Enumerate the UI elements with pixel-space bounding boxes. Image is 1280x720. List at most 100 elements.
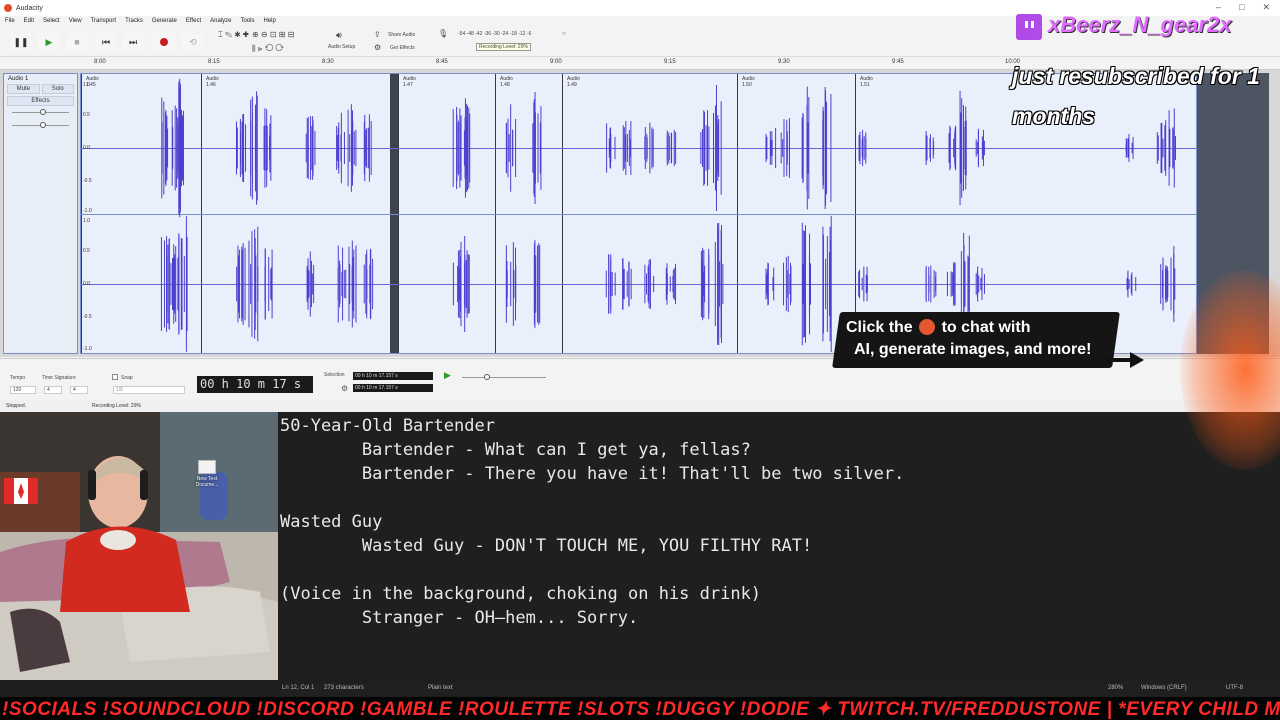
webcam-feed: New Text Docume... — [0, 412, 278, 680]
zoom-level[interactable]: 280% — [1108, 685, 1123, 691]
text-mode[interactable]: Plain text — [428, 685, 453, 691]
popup-line-1: Click the to chat with — [846, 319, 1030, 337]
tools-icons[interactable]: ⌶ ✎ ✱ ✚ — [218, 30, 249, 40]
time-display-text: 00 h 10 m 17 s — [200, 377, 302, 391]
audacity-logo-icon — [4, 4, 12, 12]
amp-label: 0.5 — [83, 112, 90, 118]
amp-label: 1.0 — [83, 82, 90, 88]
editor-line: 50-Year-Old Bartender — [280, 416, 495, 436]
editor-line: Wasted Guy - DON'T TOUCH ME, YOU FILTHY … — [280, 536, 813, 556]
amp-label: 0.0 — [83, 281, 90, 287]
desktop-file-label: New Text Docume... — [195, 476, 219, 488]
tempo-label: Tempo — [10, 375, 26, 381]
skip-start-button[interactable]: ⏮ — [95, 33, 117, 51]
play-button[interactable]: ▶ — [38, 33, 60, 51]
recording-meter-scale[interactable]: -54 -48 -42 -36 -30 -24 -18 -12 -6 — [458, 31, 531, 37]
time-sig-numerator[interactable]: 4 — [44, 386, 62, 394]
line-ending[interactable]: Windows (CRLF) — [1141, 685, 1187, 691]
get-effects-button[interactable]: Get Effects — [390, 45, 415, 51]
time-signature-label: Time Signature — [42, 375, 76, 381]
amp-label: -0.5 — [83, 314, 92, 320]
amp-label: 0.0 — [83, 145, 90, 151]
amp-label: 0.5 — [83, 248, 90, 254]
webcam-image — [0, 412, 278, 680]
edit-icons[interactable]: ⫼ ⫸ ⟲ ⟳ — [252, 44, 284, 54]
play-at-speed-icon[interactable]: ▶ — [444, 370, 451, 381]
editor-line: (Voice in the background, choking on his… — [280, 584, 762, 604]
solo-button[interactable]: Solo — [41, 84, 74, 94]
loop-icon: ⟲ — [189, 36, 197, 47]
ruler-tick: 9:30 — [778, 59, 790, 65]
basketball-icon — [919, 319, 936, 335]
meter-slider-icon[interactable]: ○ — [562, 31, 566, 37]
share-icon[interactable]: ⇪ — [374, 30, 381, 39]
menu-analyze[interactable]: Analyze — [210, 18, 231, 24]
amp-label: 1.0 — [83, 218, 90, 224]
cursor-position: Ln 12, Col 1 — [282, 685, 315, 691]
editor-status-bar: Ln 12, Col 1 273 characters Plain text 2… — [278, 682, 1280, 696]
selection-label: Selection — [324, 372, 345, 378]
zoom-icons[interactable]: ⊕ ⊖ ⊡ ⊞ ⊟ — [252, 30, 294, 39]
resub-line-1: just resubscribed for 1 — [1012, 63, 1260, 89]
mute-button[interactable]: Mute — [7, 84, 40, 94]
ruler-tick: 8:00 — [94, 59, 106, 65]
menu-edit[interactable]: Edit — [24, 18, 34, 24]
menu-transport[interactable]: Transport — [91, 18, 116, 24]
tempo-input[interactable]: 120 — [10, 386, 36, 394]
editor-line: Bartender - What can I get ya, fellas? — [280, 440, 751, 460]
ruler-tick: 8:45 — [436, 59, 448, 65]
snap-label: Snap — [121, 375, 133, 381]
recording-level-tooltip: Recording Level: 29% — [476, 43, 531, 51]
amp-label: -1.0 — [83, 208, 92, 214]
editor-line: Wasted Guy — [280, 512, 383, 532]
time-display[interactable]: 00 h 10 m 17 s — [197, 376, 313, 393]
menu-view[interactable]: View — [69, 18, 82, 24]
editor-line: Stranger - OH—hem... Sorry. — [280, 608, 639, 628]
encoding[interactable]: UTF-8 — [1226, 685, 1243, 691]
resub-alert: xBeerz_N_gear2x just resubscribed for 1 … — [1010, 8, 1280, 129]
skip-end-button[interactable]: ⏭ — [122, 33, 144, 51]
menu-help[interactable]: Help — [263, 18, 275, 24]
subscriber-name: xBeerz_N_gear2x — [1048, 12, 1232, 37]
menu-select[interactable]: Select — [43, 18, 60, 24]
effects-button[interactable]: Effects — [7, 96, 74, 106]
ticker-text: !SOCIALS !SOUNDCLOUD !DISCORD !GAMBLE !R… — [2, 699, 1280, 720]
play-speed-slider[interactable] — [462, 374, 546, 380]
ai-chat-popup[interactable]: Click the to chat with AI, generate imag… — [832, 312, 1144, 370]
menu-file[interactable]: File — [5, 18, 15, 24]
effects-icon[interactable]: ⚙ — [374, 43, 381, 52]
popup-line-1a: Click the — [846, 319, 913, 336]
menu-tools[interactable]: Tools — [240, 18, 254, 24]
time-sig-denominator[interactable]: 4 — [70, 386, 88, 394]
selection-start[interactable]: 00 h 10 m 17.157 s — [353, 372, 433, 380]
pause-button[interactable]: ❚❚ — [10, 33, 32, 51]
record-button[interactable] — [153, 33, 175, 51]
text-editor[interactable]: 50-Year-Old Bartender Bartender - What c… — [278, 412, 1280, 680]
pause-icon: ❚❚ — [13, 36, 29, 47]
loop-button[interactable]: ⟲ — [182, 33, 204, 51]
selection-end[interactable]: 00 h 10 m 17.157 s — [353, 384, 433, 392]
desktop-file-icon[interactable] — [198, 460, 216, 474]
record-icon — [160, 38, 168, 46]
menu-generate[interactable]: Generate — [152, 18, 177, 24]
stop-button[interactable]: ■ — [66, 33, 88, 51]
gain-slider[interactable] — [12, 109, 69, 115]
share-audio-button[interactable]: Share Audio — [388, 32, 415, 38]
arrow-icon — [1106, 352, 1144, 368]
ruler-tick: 8:30 — [322, 59, 334, 65]
audio-setup-label[interactable]: Audio Setup — [328, 44, 355, 50]
pan-slider[interactable] — [12, 122, 69, 128]
menu-effect[interactable]: Effect — [186, 18, 201, 24]
play-icon: ▶ — [45, 36, 53, 47]
ruler-tick: 9:45 — [892, 59, 904, 65]
popup-line-2: AI, generate images, and more! — [854, 341, 1092, 358]
status-text: Stopped. — [6, 403, 27, 409]
track-name[interactable]: Audio 1 — [4, 74, 77, 84]
speaker-icon[interactable]: 🔊︎ — [336, 30, 342, 41]
selection-settings-icon[interactable]: ⚙ — [341, 384, 348, 393]
menu-tracks[interactable]: Tracks — [125, 18, 143, 24]
snap-checkbox[interactable] — [112, 374, 118, 380]
snap-dropdown[interactable]: 1/8 — [113, 386, 185, 394]
track-control-panel: Audio 1 Mute Solo Effects — [3, 73, 78, 354]
ruler-tick: 9:00 — [550, 59, 562, 65]
